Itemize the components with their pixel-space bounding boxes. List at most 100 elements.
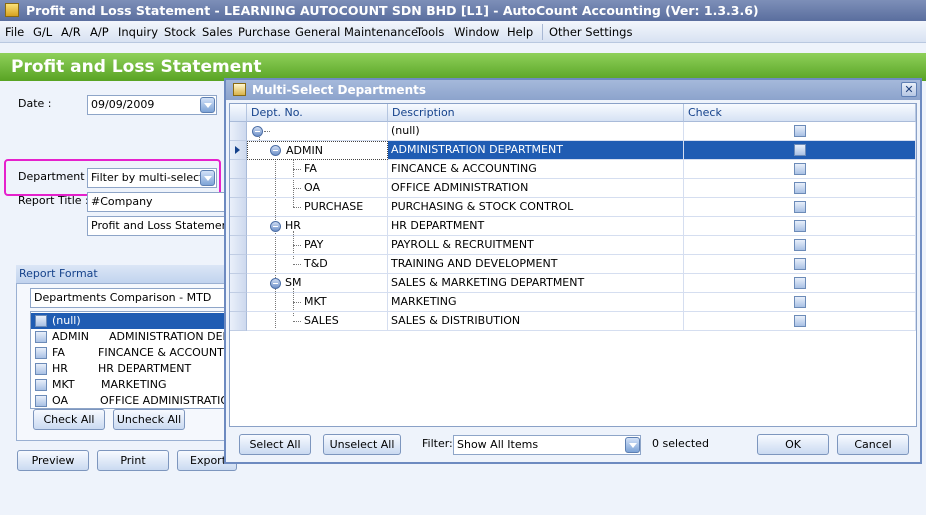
report-title-label: Report Title : xyxy=(18,194,89,207)
menu-stock[interactable]: Stock xyxy=(164,24,196,40)
checkbox-icon[interactable] xyxy=(35,347,47,359)
check-cell xyxy=(684,217,916,236)
checkbox-icon[interactable] xyxy=(794,239,806,251)
description-cell: ADMINISTRATION DEPARTMENT xyxy=(388,141,684,160)
collapse-icon[interactable] xyxy=(270,221,281,232)
description-cell: OFFICE ADMINISTRATION xyxy=(388,179,684,198)
checkbox-icon[interactable] xyxy=(794,296,806,308)
print-button[interactable]: Print xyxy=(97,450,169,471)
collapse-icon[interactable] xyxy=(252,126,263,137)
filter-select[interactable]: Show All Items xyxy=(453,435,641,455)
check-all-button[interactable]: Check All xyxy=(33,409,105,430)
close-icon[interactable]: ✕ xyxy=(901,82,917,97)
row-indicator xyxy=(230,312,247,331)
table-row[interactable]: (null) xyxy=(230,122,916,141)
checkbox-icon[interactable] xyxy=(794,125,806,137)
tree-line xyxy=(293,188,301,189)
check-cell xyxy=(684,122,916,141)
departments-grid: Dept. No. Description Check (null) ADMIN… xyxy=(229,103,917,427)
list-item[interactable]: MKT MARKETING xyxy=(31,377,229,393)
table-row[interactable]: PURCHASE PURCHASING & STOCK CONTROL xyxy=(230,198,916,217)
ok-button[interactable]: OK xyxy=(757,434,829,455)
checkbox-icon[interactable] xyxy=(35,331,47,343)
list-item-desc: OFFICE ADMINISTRATION xyxy=(100,394,230,407)
list-item-desc: MARKETING xyxy=(101,378,167,391)
table-row[interactable]: ADMIN ADMINISTRATION DEPARTMENT xyxy=(230,141,916,160)
menu-other-settings[interactable]: Other Settings xyxy=(549,24,632,40)
table-row[interactable]: SALES SALES & DISTRIBUTION xyxy=(230,312,916,331)
checkbox-icon[interactable] xyxy=(35,363,47,375)
report-format-list: (null) ADMIN ADMINISTRATION DEPA FA FINCAN… xyxy=(30,311,230,409)
report-format-select[interactable]: Departments Comparison - MTD xyxy=(30,288,230,308)
cancel-button[interactable]: Cancel xyxy=(837,434,909,455)
list-item[interactable]: HR HR DEPARTMENT xyxy=(31,361,229,377)
tree-line xyxy=(293,207,301,208)
checkbox-icon[interactable] xyxy=(794,315,806,327)
description-cell: HR DEPARTMENT xyxy=(388,217,684,236)
menu-inquiry[interactable]: Inquiry xyxy=(118,24,158,40)
select-all-button[interactable]: Select All xyxy=(239,434,311,455)
description-cell: FINCANCE & ACCOUNTING xyxy=(388,160,684,179)
checkbox-icon[interactable] xyxy=(794,220,806,232)
description-cell: PURCHASING & STOCK CONTROL xyxy=(388,198,684,217)
menu-ar[interactable]: A/R xyxy=(61,24,81,40)
dept-code-cell: HR xyxy=(247,217,388,236)
page-title: Profit and Loss Statement xyxy=(0,53,926,81)
dialog-title: Multi-Select Departments xyxy=(226,80,920,100)
checkbox-icon[interactable] xyxy=(35,379,47,391)
checkbox-icon[interactable] xyxy=(794,182,806,194)
menu-gl[interactable]: G/L xyxy=(33,24,52,40)
tree-line xyxy=(293,302,301,303)
checkbox-icon[interactable] xyxy=(794,163,806,175)
filter-dropdown-icon[interactable] xyxy=(625,437,640,453)
table-row[interactable]: PAY PAYROLL & RECRUITMENT xyxy=(230,236,916,255)
check-cell xyxy=(684,179,916,198)
unselect-all-button[interactable]: Unselect All xyxy=(323,434,401,455)
table-row[interactable]: FA FINCANCE & ACCOUNTING xyxy=(230,160,916,179)
department-select[interactable]: Filter by multi-select xyxy=(87,168,217,188)
column-header-dept-no[interactable]: Dept. No. xyxy=(247,104,388,122)
checkbox-icon[interactable] xyxy=(35,315,47,327)
date-field[interactable]: 09/09/2009 xyxy=(87,95,217,115)
menu-tools[interactable]: Tools xyxy=(416,24,444,40)
menu-help[interactable]: Help xyxy=(507,24,533,40)
check-cell xyxy=(684,274,916,293)
menu-ap[interactable]: A/P xyxy=(90,24,109,40)
menu-window[interactable]: Window xyxy=(454,24,499,40)
row-indicator xyxy=(230,160,247,179)
table-row[interactable]: T&D TRAINING AND DEVELOPMENT xyxy=(230,255,916,274)
column-header-check[interactable]: Check xyxy=(684,104,916,122)
checkbox-icon[interactable] xyxy=(794,144,806,156)
list-item[interactable]: (null) xyxy=(31,313,229,329)
row-indicator xyxy=(230,236,247,255)
list-item-code: HR xyxy=(52,362,68,375)
table-row[interactable]: MKT MARKETING xyxy=(230,293,916,312)
dept-code-cell: PAY xyxy=(247,236,388,255)
report-subtitle-field[interactable]: Profit and Loss Statement F xyxy=(87,216,227,236)
list-item[interactable]: ADMIN ADMINISTRATION DEPA xyxy=(31,329,229,345)
table-row[interactable]: SM SALES & MARKETING DEPARTMENT xyxy=(230,274,916,293)
report-title-field[interactable]: #Company xyxy=(87,192,227,212)
column-header-description[interactable]: Description xyxy=(388,104,684,122)
uncheck-all-button[interactable]: Uncheck All xyxy=(113,409,185,430)
preview-button[interactable]: Preview xyxy=(17,450,89,471)
date-dropdown-icon[interactable] xyxy=(200,97,215,113)
menu-file[interactable]: File xyxy=(5,24,24,40)
checkbox-icon[interactable] xyxy=(794,201,806,213)
department-dropdown-icon[interactable] xyxy=(200,170,215,186)
table-row[interactable]: OA OFFICE ADMINISTRATION xyxy=(230,179,916,198)
check-cell xyxy=(684,293,916,312)
menu-purchase[interactable]: Purchase xyxy=(238,24,290,40)
menu-general-maintenance[interactable]: General Maintenance xyxy=(295,24,418,40)
menu-sales[interactable]: Sales xyxy=(202,24,233,40)
collapse-icon[interactable] xyxy=(270,145,281,156)
list-item[interactable]: FA FINCANCE & ACCOUNTING xyxy=(31,345,230,361)
checkbox-icon[interactable] xyxy=(794,258,806,270)
list-item-desc: FINCANCE & ACCOUNTING xyxy=(98,346,230,359)
checkbox-icon[interactable] xyxy=(35,395,47,407)
checkbox-icon[interactable] xyxy=(794,277,806,289)
list-item[interactable]: OA OFFICE ADMINISTRATION xyxy=(31,393,230,408)
date-label: Date : xyxy=(18,97,52,110)
table-row[interactable]: HR HR DEPARTMENT xyxy=(230,217,916,236)
collapse-icon[interactable] xyxy=(270,278,281,289)
